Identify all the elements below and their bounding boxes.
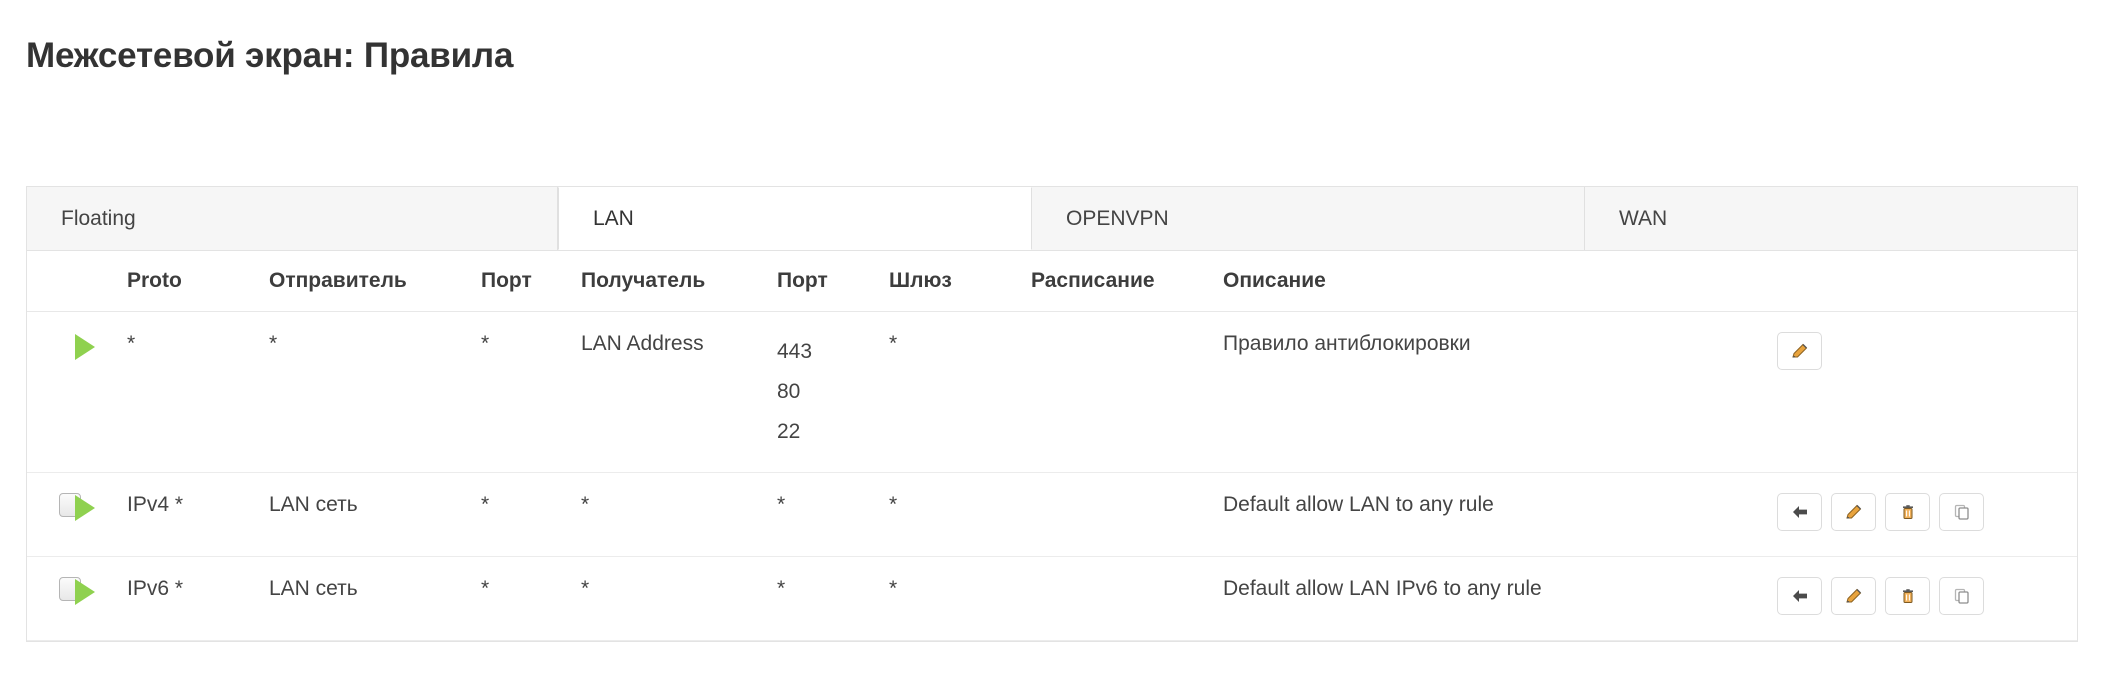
trash-icon <box>1902 589 1913 603</box>
column-header-proto: Proto <box>127 251 269 312</box>
row-actions-cell <box>1777 311 2077 473</box>
row-gateway: * <box>889 472 1031 557</box>
row-select-cell <box>27 472 81 557</box>
play-icon[interactable] <box>75 334 95 360</box>
arrow-left-icon <box>1792 590 1807 602</box>
row-proto: IPv4 * <box>127 472 269 557</box>
row-proto: IPv6 * <box>127 556 269 641</box>
column-header-actions <box>1777 251 2077 312</box>
table-row: IPv4 * LAN сеть * * * * Default allow LA… <box>27 472 2077 557</box>
row-schedule <box>1031 556 1223 641</box>
table-row: * * * LAN Address 443 80 22 * Правило ан… <box>27 311 2077 473</box>
row-gateway: * <box>889 311 1031 473</box>
column-header-state <box>75 251 127 312</box>
arrow-left-icon <box>1792 506 1807 518</box>
column-header-schedule: Расписание <box>1031 251 1223 312</box>
table-row: IPv6 * LAN сеть * * * * Default allow LA… <box>27 556 2077 641</box>
rules-table-body: * * * LAN Address 443 80 22 * Правило ан… <box>27 311 2077 641</box>
row-select-cell <box>27 556 81 641</box>
row-actions <box>1777 332 2077 370</box>
row-description: Default allow LAN to any rule <box>1223 472 1777 557</box>
move-rule-button[interactable] <box>1777 577 1822 615</box>
copy-icon <box>1954 504 1969 520</box>
row-description: Правило антиблокировки <box>1223 311 1777 473</box>
row-state-cell <box>75 472 127 557</box>
column-header-source: Отправитель <box>269 251 481 312</box>
row-source: LAN сеть <box>269 556 481 641</box>
row-state-cell <box>75 556 127 641</box>
rules-table: Proto Отправитель Порт Получатель Порт Ш… <box>27 251 2077 641</box>
row-description: Default allow LAN IPv6 to any rule <box>1223 556 1777 641</box>
play-icon[interactable] <box>75 495 95 521</box>
delete-rule-button[interactable] <box>1885 577 1930 615</box>
copy-icon <box>1954 588 1969 604</box>
row-source-port: * <box>481 556 581 641</box>
firewall-rules-page: Межсетевой экран: Правила Floating LAN O… <box>0 0 2104 686</box>
rules-table-head: Proto Отправитель Порт Получатель Порт Ш… <box>27 251 2077 312</box>
copy-rule-button[interactable] <box>1939 493 1984 531</box>
row-source: LAN сеть <box>269 472 481 557</box>
row-dest-ports: * <box>777 556 889 641</box>
delete-rule-button[interactable] <box>1885 493 1930 531</box>
row-schedule <box>1031 311 1223 473</box>
column-header-description: Описание <box>1223 251 1777 312</box>
tab-lan[interactable]: LAN <box>558 187 1032 250</box>
row-source-port: * <box>481 472 581 557</box>
column-header-destination: Получатель <box>581 251 777 312</box>
column-header-source-port: Порт <box>481 251 581 312</box>
tab-wan[interactable]: WAN <box>1585 187 2077 250</box>
tab-floating-label: Floating <box>61 206 136 230</box>
play-icon[interactable] <box>75 579 95 605</box>
row-destination: * <box>581 556 777 641</box>
row-proto: * <box>127 311 269 473</box>
row-dest-ports: * <box>777 472 889 557</box>
row-actions-cell <box>1777 556 2077 641</box>
row-dest-ports: 443 80 22 <box>777 311 889 473</box>
table-header-row: Proto Отправитель Порт Получатель Порт Ш… <box>27 251 2077 312</box>
edit-rule-button[interactable] <box>1777 332 1822 370</box>
edit-icon <box>1845 588 1861 603</box>
tab-floating[interactable]: Floating <box>27 187 558 250</box>
tab-lan-label: LAN <box>593 206 634 230</box>
row-actions <box>1777 493 2077 531</box>
row-dest-port-item: 22 <box>777 420 801 443</box>
tab-wan-label: WAN <box>1619 206 1668 230</box>
row-actions <box>1777 577 2077 615</box>
row-state-cell <box>75 311 127 473</box>
trash-icon <box>1902 505 1913 519</box>
row-dest-port-item: 443 <box>777 340 813 363</box>
move-rule-button[interactable] <box>1777 493 1822 531</box>
row-select-cell <box>27 311 75 473</box>
row-source: * <box>269 311 481 473</box>
tab-openvpn[interactable]: OPENVPN <box>1032 187 1585 250</box>
edit-icon <box>1845 504 1861 519</box>
interface-tabs: Floating LAN OPENVPN WAN <box>27 187 2077 251</box>
column-header-dest-port: Порт <box>777 251 889 312</box>
row-dest-port-item: 80 <box>777 380 801 403</box>
row-schedule <box>1031 472 1223 557</box>
row-destination: LAN Address <box>581 311 777 473</box>
edit-rule-button[interactable] <box>1831 577 1876 615</box>
row-source-port: * <box>481 311 581 473</box>
copy-rule-button[interactable] <box>1939 577 1984 615</box>
column-header-gateway: Шлюз <box>889 251 1031 312</box>
row-actions-cell <box>1777 472 2077 557</box>
page-title: Межсетевой экран: Правила <box>26 36 514 75</box>
row-gateway: * <box>889 556 1031 641</box>
rules-panel: Floating LAN OPENVPN WAN Proto Отправите… <box>26 186 2078 642</box>
edit-rule-button[interactable] <box>1831 493 1876 531</box>
tab-openvpn-label: OPENVPN <box>1066 206 1169 230</box>
column-header-select <box>27 251 75 312</box>
edit-icon <box>1791 343 1807 358</box>
row-destination: * <box>581 472 777 557</box>
